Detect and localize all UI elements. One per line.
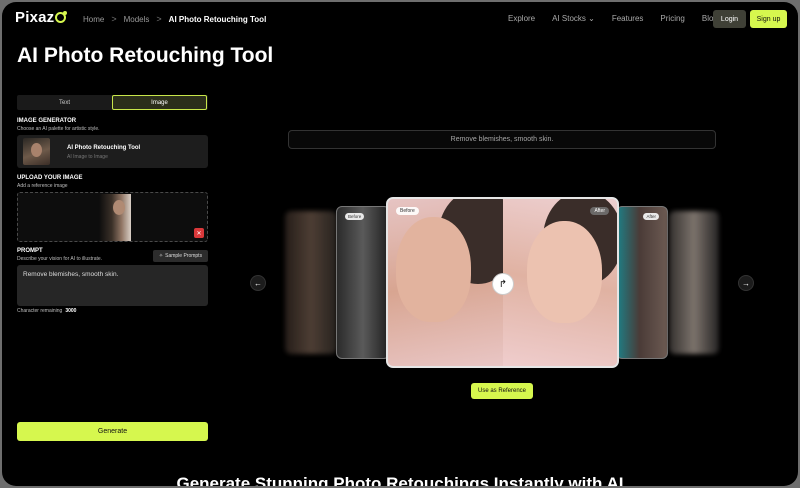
breadcrumb-separator: >: [111, 14, 117, 24]
upload-heading: UPLOAD YOUR IMAGE: [17, 175, 83, 181]
menu-item-features[interactable]: Features: [612, 14, 644, 23]
character-counter: Character remaining 3000: [17, 308, 76, 314]
carousel-card-far-right[interactable]: [669, 211, 719, 354]
model-subtitle: AI Image to Image: [67, 154, 108, 160]
tab-image[interactable]: Image: [112, 95, 207, 110]
character-count: 3000: [65, 308, 77, 314]
tab-text[interactable]: Text: [17, 95, 112, 110]
before-image: [388, 199, 518, 366]
before-label: Before: [396, 207, 419, 215]
menu-item-explore[interactable]: Explore: [508, 14, 535, 23]
prompt-subheading: Describe your vision for AI to illustrat…: [17, 256, 103, 262]
menu-item-pricing[interactable]: Pricing: [660, 14, 684, 23]
section-heading: Generate Stunning Photo Retouchings Inst…: [176, 474, 624, 486]
use-as-reference-button[interactable]: Use as Reference: [471, 383, 533, 399]
carousel-card-left[interactable]: Before: [336, 206, 390, 359]
logo-text: Pixaz: [15, 9, 55, 26]
next-arrow-icon[interactable]: →: [738, 275, 754, 291]
after-image: [503, 199, 617, 366]
menu-item-ai-stocks[interactable]: AI Stocks ⌄: [552, 14, 595, 23]
logo[interactable]: Pixaz: [15, 9, 68, 26]
prompt-heading: PROMPT: [17, 248, 43, 254]
prompt-display: Remove blemishes, smooth skin.: [288, 130, 716, 149]
carousel-card-right[interactable]: After: [616, 206, 668, 359]
breadcrumb: Home > Models > AI Photo Retouching Tool: [83, 14, 266, 24]
signup-button[interactable]: Sign up: [750, 10, 787, 28]
swap-arrow-icon[interactable]: ↱: [492, 273, 514, 295]
upload-subheading: Add a reference image: [17, 183, 68, 189]
prev-arrow-icon[interactable]: ←: [250, 275, 266, 291]
image-generator-subheading: Choose an AI palette for artistic style.: [17, 126, 100, 132]
breadcrumb-home[interactable]: Home: [83, 15, 104, 24]
image-generator-heading: IMAGE GENERATOR: [17, 118, 77, 124]
login-button[interactable]: Login: [713, 10, 746, 28]
trash-icon[interactable]: ✕: [194, 228, 204, 238]
character-counter-label: Character remaining: [17, 308, 63, 314]
generate-button[interactable]: Generate: [17, 422, 208, 441]
model-name: AI Photo Retouching Tool: [67, 145, 141, 151]
model-thumbnail: [23, 138, 50, 165]
model-selector[interactable]: AI Photo Retouching Tool AI Image to Ima…: [17, 135, 208, 168]
prompt-textarea[interactable]: Remove blemishes, smooth skin.: [17, 265, 208, 306]
app-window: Pixaz Home > Models > AI Photo Retouchin…: [2, 2, 798, 486]
mode-tabs: Text Image: [17, 95, 208, 110]
before-after-card[interactable]: Before After ↱: [386, 197, 619, 368]
sample-prompts-button[interactable]: ✧ Sample Prompts: [153, 250, 208, 262]
breadcrumb-current: AI Photo Retouching Tool: [168, 14, 267, 24]
breadcrumb-separator: >: [156, 14, 162, 24]
upload-dropzone[interactable]: [17, 192, 208, 242]
after-badge: After: [643, 213, 659, 220]
main-menu: Explore AI Stocks ⌄ Features Pricing Blo…: [508, 14, 722, 23]
after-label: After: [590, 207, 609, 215]
carousel-card-far-left[interactable]: [285, 211, 337, 354]
sparkle-icon: ✧: [158, 253, 164, 259]
uploaded-image-preview: [99, 194, 131, 241]
logo-mark-icon: [55, 11, 68, 23]
sample-prompts-label: Sample Prompts: [165, 253, 203, 259]
top-nav: Pixaz Home > Models > AI Photo Retouchin…: [2, 2, 798, 36]
page-title: AI Photo Retouching Tool: [17, 44, 274, 67]
before-badge: Before: [345, 213, 365, 220]
breadcrumb-models[interactable]: Models: [124, 15, 150, 24]
